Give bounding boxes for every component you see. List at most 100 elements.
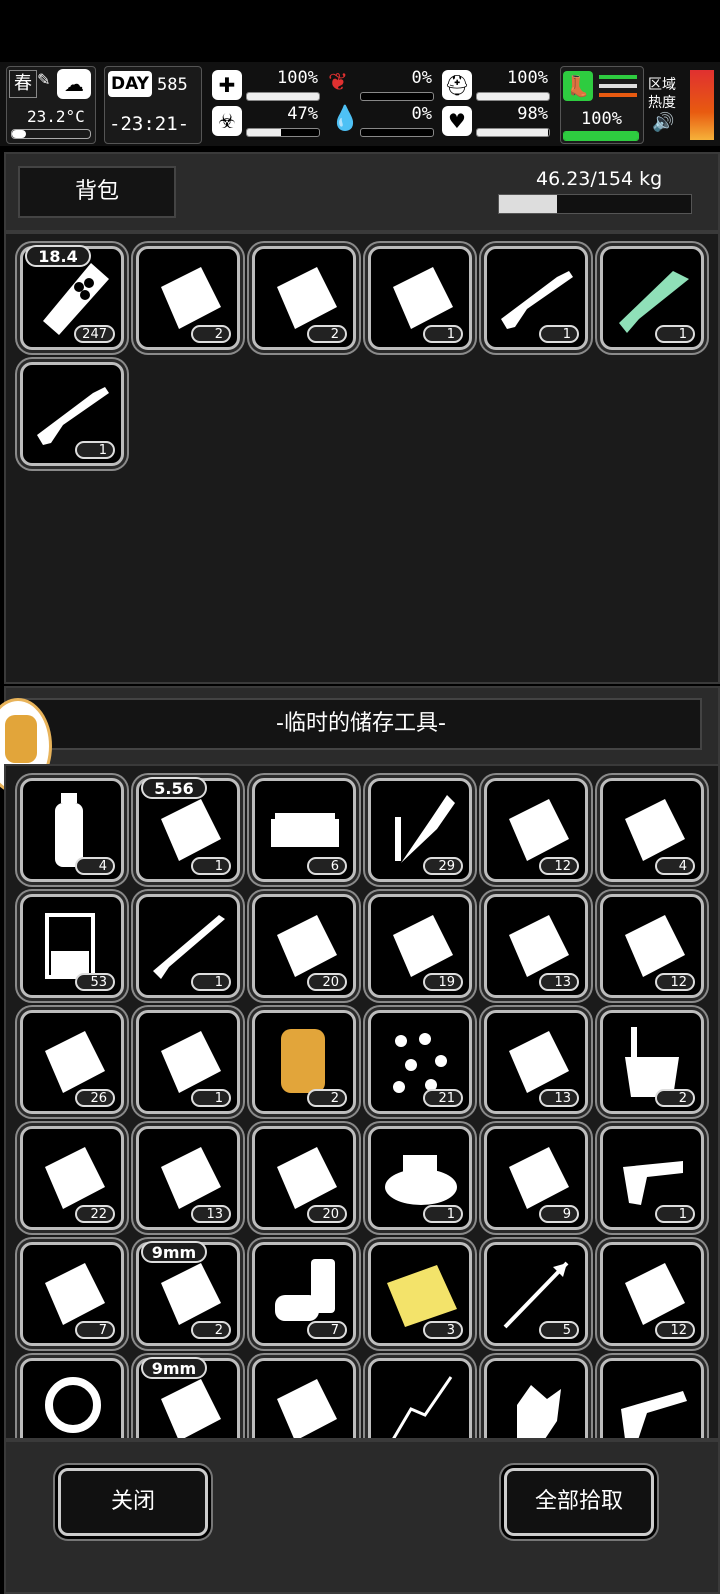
storage-item-slot[interactable]: 9	[484, 1126, 588, 1230]
item-count: 13	[539, 1089, 579, 1107]
backpack-item-slot[interactable]: 1	[20, 362, 124, 466]
thirst-value: 0%	[411, 104, 432, 124]
item-caliber-tag: 18.4	[25, 245, 91, 267]
backpack-item-slot[interactable]: 2	[136, 246, 240, 350]
armor-value: 100%	[507, 68, 548, 88]
storage-item-slot[interactable]: 22	[20, 1126, 124, 1230]
storage-item-slot[interactable]: 1	[136, 894, 240, 998]
storage-item-slot[interactable]	[20, 1358, 124, 1438]
storage-item-slot[interactable]: 9mm 2	[136, 1241, 240, 1346]
storage-item-slot[interactable]: 13	[136, 1126, 240, 1230]
storage-item-slot[interactable]	[600, 1358, 704, 1438]
rain-cloud-icon: ☁	[57, 69, 91, 99]
item-count: 19	[423, 973, 463, 991]
item-count: 7	[75, 1321, 115, 1339]
armor-bar	[476, 92, 550, 101]
pickup-all-button[interactable]: 全部拾取	[504, 1468, 654, 1536]
stamina-bar	[563, 131, 639, 141]
item-count: 1	[655, 325, 695, 343]
backpack-item-slot[interactable]: 1	[368, 246, 472, 350]
storage-item-slot[interactable]: 1	[600, 1126, 704, 1230]
item-count: 2	[191, 325, 231, 343]
game-clock: -23:21-	[109, 113, 190, 135]
close-button[interactable]: 关闭	[58, 1468, 208, 1536]
storage-item-slot[interactable]: 7	[20, 1242, 124, 1346]
backpack-weight: 46.23/154 kg	[536, 168, 663, 190]
zone-heat-label-2: 热度	[648, 95, 676, 111]
backpack-item-slot[interactable]: 1	[484, 246, 588, 350]
backpack-item-slot[interactable]: 2	[252, 246, 356, 350]
stamina-value: 100%	[581, 109, 622, 129]
storage-item-slot[interactable]: 2	[600, 1010, 704, 1114]
storage-grid: 4 5.56 1 6 29 12 4 53 1 20 19 13 12 26 1 2 21 13 2 22 13 20 1 9…	[4, 764, 720, 1440]
item-count: 2	[307, 1089, 347, 1107]
storage-item-slot[interactable]: 1	[368, 1126, 472, 1230]
storage-item-slot[interactable]	[368, 1358, 472, 1438]
item-count: 2	[307, 325, 347, 343]
temperature: 23.2°C	[27, 107, 85, 126]
stamina-panel: 👢 100%	[560, 66, 644, 144]
hunger-bar	[360, 92, 434, 101]
item-count: 53	[75, 973, 115, 991]
storage-item-slot[interactable]: 12	[600, 894, 704, 998]
zone-heat-label-1: 区域	[648, 77, 676, 93]
storage-item-slot[interactable]: 29	[368, 778, 472, 882]
item-count: 12	[539, 857, 579, 875]
storage-item-slot[interactable]: 6	[252, 778, 356, 882]
storage-item-slot[interactable]: 21	[368, 1010, 472, 1114]
helmet-icon: ⛑	[442, 70, 472, 100]
health-bar	[246, 92, 320, 101]
backpack-item-slot[interactable]: 18.4 247	[20, 245, 124, 350]
storage-item-slot[interactable]: 7	[252, 1242, 356, 1346]
storage-item-slot[interactable]	[484, 1358, 588, 1438]
thermometer-bar	[11, 129, 91, 139]
storage-item-slot[interactable]: 26	[20, 1010, 124, 1114]
item-count: 1	[539, 325, 579, 343]
stomach-icon: ❦	[328, 68, 349, 96]
infection-bar	[246, 128, 320, 137]
item-count: 4	[655, 857, 695, 875]
speaker-icon[interactable]: 🔊	[652, 112, 674, 133]
storage-item-slot[interactable]: 13	[484, 1010, 588, 1114]
storage-item-slot[interactable]	[252, 1358, 356, 1438]
mood-bar	[476, 128, 550, 137]
storage-item-slot[interactable]: 5	[484, 1242, 588, 1346]
item-count: 20	[307, 973, 347, 991]
item-count: 20	[307, 1205, 347, 1223]
backpack-item-slot[interactable]: 1	[600, 246, 704, 350]
storage-title: -临时的储存工具-	[20, 698, 702, 750]
item-count: 2	[655, 1089, 695, 1107]
footer: 关闭 全部拾取	[4, 1440, 720, 1594]
heart-icon: ♥	[442, 106, 472, 136]
item-count: 4	[75, 857, 115, 875]
storage-item-slot[interactable]: 13	[484, 894, 588, 998]
item-count: 29	[423, 857, 463, 875]
item-count: 3	[423, 1321, 463, 1339]
glove-icon	[5, 715, 37, 763]
item-caliber-tag: 9mm	[141, 1241, 207, 1263]
season-label: 春	[9, 70, 37, 98]
hunger-value: 0%	[411, 68, 432, 88]
storage-item-slot[interactable]: 2	[252, 1010, 356, 1114]
item-count: 1	[655, 1205, 695, 1223]
storage-item-slot[interactable]: 3	[368, 1242, 472, 1346]
storage-item-slot[interactable]: 20	[252, 894, 356, 998]
storage-header: -临时的储存工具-	[4, 686, 720, 766]
item-caliber-tag: 9mm	[141, 1357, 207, 1379]
infection-value: 47%	[287, 104, 318, 124]
storage-item-slot[interactable]: 5.56 1	[136, 777, 240, 882]
item-count: 6	[307, 857, 347, 875]
storage-item-slot[interactable]: 53	[20, 894, 124, 998]
storage-item-slot[interactable]: 20	[252, 1126, 356, 1230]
storage-item-slot[interactable]: 12	[484, 778, 588, 882]
item-count: 26	[75, 1089, 115, 1107]
storage-item-slot[interactable]: 12	[600, 1242, 704, 1346]
water-drop-icon: 💧	[330, 104, 360, 132]
storage-item-slot[interactable]: 9mm	[136, 1357, 240, 1438]
item-count: 9	[539, 1205, 579, 1223]
storage-item-slot[interactable]: 19	[368, 894, 472, 998]
item-count: 7	[307, 1321, 347, 1339]
storage-item-slot[interactable]: 4	[20, 778, 124, 882]
storage-item-slot[interactable]: 4	[600, 778, 704, 882]
storage-item-slot[interactable]: 1	[136, 1010, 240, 1114]
